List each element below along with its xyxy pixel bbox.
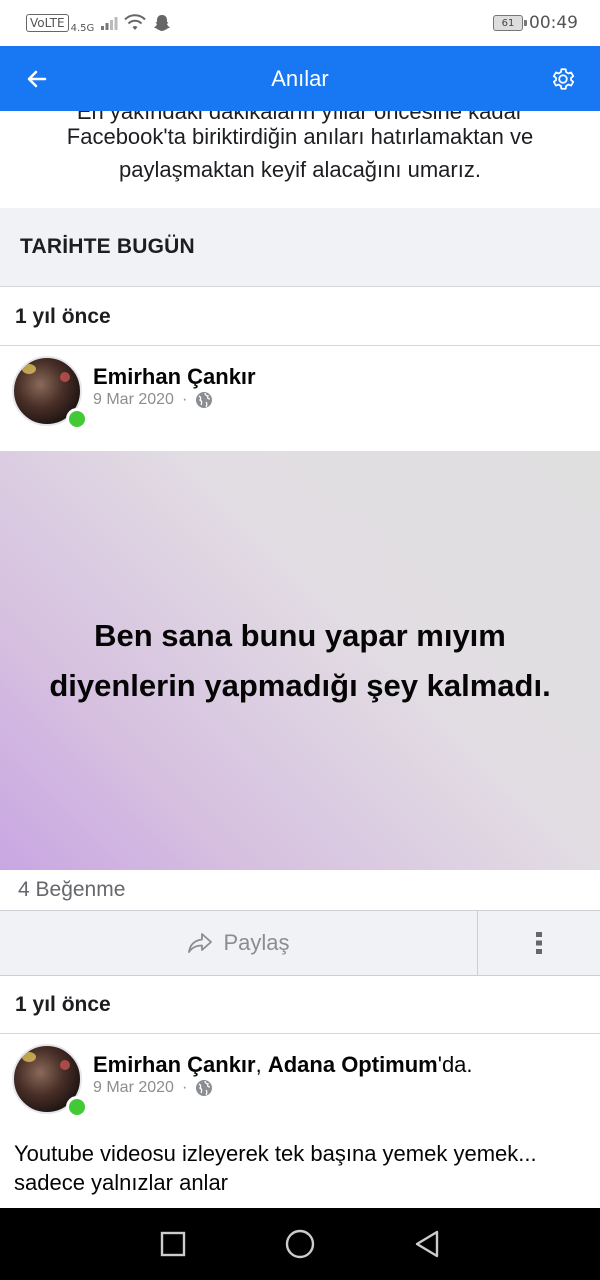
avatar-light bbox=[22, 364, 36, 374]
post-text-line-2: sadece yalnızlar anlar bbox=[14, 1170, 229, 1195]
author-name[interactable]: Emirhan Çankır bbox=[93, 1052, 256, 1077]
system-nav-bar bbox=[0, 1208, 600, 1280]
circle-icon bbox=[285, 1229, 315, 1259]
section-header: TARİHTE BUGÜN bbox=[0, 208, 600, 287]
wifi-icon bbox=[124, 14, 146, 30]
post-header: Emirhan Çankır 9 Mar 2020 · bbox=[0, 346, 600, 451]
app-bar: Anılar bbox=[0, 46, 600, 111]
volte-indicator: VoLTE bbox=[26, 14, 69, 32]
place-suffix: 'da. bbox=[437, 1052, 473, 1077]
status-post-text: Ben sana bunu yapar mıyım diyenlerin yap… bbox=[49, 611, 550, 711]
post-author: Emirhan Çankır, Adana Optimum'da. bbox=[93, 1052, 473, 1078]
home-button[interactable] bbox=[276, 1220, 324, 1268]
status-line-2: diyenlerin yapmadığı şey kalmadı. bbox=[49, 667, 551, 703]
place-name[interactable]: Adana Optimum bbox=[268, 1052, 438, 1077]
post-author[interactable]: Emirhan Çankır bbox=[93, 364, 256, 390]
post-body-text: Youtube videosu izleyerek tek başına yem… bbox=[14, 1139, 594, 1197]
likes-count[interactable]: 4 Beğenme bbox=[0, 870, 600, 910]
avatar-light bbox=[22, 1052, 36, 1062]
more-vertical-icon bbox=[536, 932, 542, 954]
square-icon bbox=[161, 1231, 186, 1257]
post-date[interactable]: 9 Mar 2020 bbox=[93, 1079, 174, 1097]
post-meta: 9 Mar 2020 · bbox=[93, 1079, 213, 1097]
avatar-light bbox=[60, 1060, 70, 1070]
author-name[interactable]: Emirhan Çankır bbox=[93, 364, 256, 389]
post-date[interactable]: 9 Mar 2020 bbox=[93, 391, 174, 409]
settings-button[interactable] bbox=[544, 60, 582, 98]
battery-icon: 61 bbox=[493, 15, 527, 31]
author-separator: , bbox=[255, 1052, 268, 1077]
post-meta: 9 Mar 2020 · bbox=[93, 391, 213, 409]
avatar-light bbox=[60, 372, 70, 382]
gear-icon bbox=[552, 68, 575, 90]
status-post-background[interactable]: Ben sana bunu yapar mıyım diyenlerin yap… bbox=[0, 451, 600, 870]
status-bar: VoLTE 4.5G 61 00:49 bbox=[0, 0, 600, 46]
back-button[interactable] bbox=[18, 60, 56, 98]
share-icon bbox=[188, 933, 213, 953]
likes-label[interactable]: 4 Beğenme bbox=[18, 878, 125, 902]
status-right: 61 00:49 bbox=[493, 13, 578, 33]
globe-icon bbox=[196, 1080, 213, 1096]
status-line-1: Ben sana bunu yapar mıyım bbox=[94, 617, 506, 653]
intro-text: En yakındaki dakikaların yıllar öncesine… bbox=[0, 111, 600, 208]
signal-icon bbox=[101, 17, 118, 30]
post-text-line-1: Youtube videosu izleyerek tek başına yem… bbox=[14, 1141, 537, 1166]
meta-separator: · bbox=[181, 1079, 188, 1096]
section-title: TARİHTE BUGÜN bbox=[20, 235, 195, 258]
post-header: Emirhan Çankır, Adana Optimum'da. 9 Mar … bbox=[0, 1034, 600, 1134]
more-options-button[interactable] bbox=[478, 911, 600, 975]
clock: 00:49 bbox=[529, 13, 578, 33]
intro-lines: Facebook'ta biriktirdiğin anıları hatırl… bbox=[0, 120, 600, 186]
globe-icon bbox=[196, 392, 213, 408]
memory-ago-label: 1 yıl önce bbox=[0, 976, 600, 1034]
online-status-dot bbox=[66, 408, 88, 430]
snapchat-icon bbox=[154, 15, 171, 31]
share-button[interactable]: Paylaş bbox=[0, 911, 478, 975]
intro-line-2: paylaşmaktan keyif alacağını umarız. bbox=[119, 157, 481, 182]
recents-button[interactable] bbox=[149, 1220, 197, 1268]
meta-separator: · bbox=[181, 391, 188, 408]
online-status-dot bbox=[66, 1096, 88, 1118]
post-action-bar: Paylaş bbox=[0, 910, 600, 976]
triangle-back-icon bbox=[415, 1230, 438, 1258]
memory-ago-label: 1 yıl önce bbox=[0, 288, 600, 346]
system-back-button[interactable] bbox=[403, 1220, 451, 1268]
network-type: 4.5G bbox=[70, 22, 95, 34]
intro-line-1: Facebook'ta biriktirdiğin anıları hatırl… bbox=[66, 124, 534, 149]
status-left: VoLTE 4.5G bbox=[26, 13, 172, 34]
share-label: Paylaş bbox=[223, 930, 290, 955]
arrow-left-icon bbox=[27, 70, 47, 88]
page-title: Anılar bbox=[271, 65, 329, 91]
